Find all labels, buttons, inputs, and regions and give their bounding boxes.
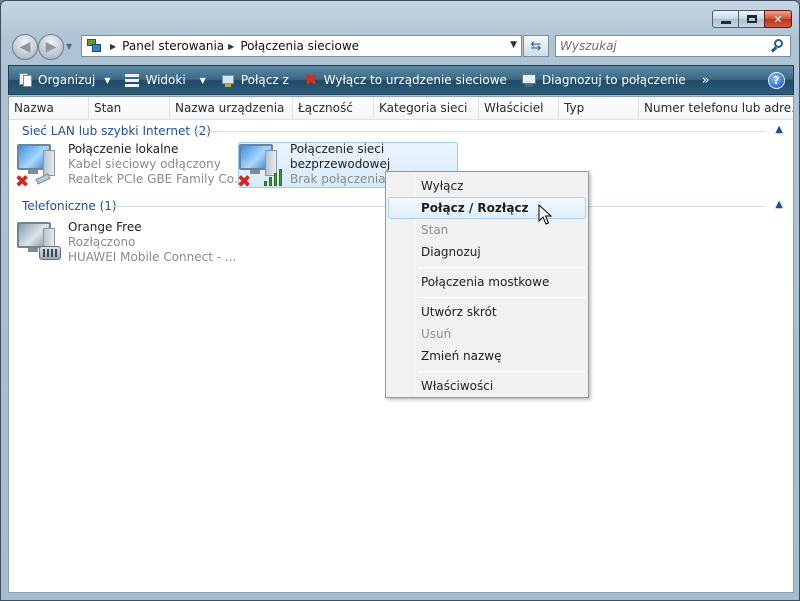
item-device: Realtek PCIe GBE Family Co...: [68, 172, 246, 186]
diagnose-button[interactable]: Diagnozuj to połączenie: [521, 72, 686, 88]
network-cable-icon: [35, 172, 58, 185]
group-divider: [195, 131, 765, 132]
chevron-down-icon: ▼: [104, 75, 111, 85]
column-headers: Nazwa Stan Nazwa urządzenia Łączność Kat…: [9, 97, 793, 120]
control-panel-icon: [86, 38, 102, 54]
column-header-category[interactable]: Kategoria sieci: [374, 97, 479, 119]
search-box[interactable]: [555, 35, 791, 57]
breadcrumb-arrow-icon[interactable]: ▶: [228, 42, 234, 51]
column-header-type[interactable]: Typ: [559, 97, 639, 119]
close-icon: ✕: [773, 12, 783, 26]
menu-item-delete[interactable]: Usuń: [388, 323, 586, 345]
disable-device-label: Wyłącz to urządzenie sieciowe: [323, 73, 507, 87]
list-item[interactable]: ✖ Połączenie lokalne Kabel sieciowy odłą…: [15, 142, 246, 192]
menu-item-properties[interactable]: Właściwości: [388, 375, 586, 397]
menu-item-diagnose[interactable]: Diagnozuj: [388, 241, 586, 263]
organize-button[interactable]: Organizuj ▼: [17, 72, 110, 88]
group-header-phone[interactable]: Telefoniczne (1): [22, 199, 117, 213]
views-label: Widoki: [145, 73, 186, 87]
column-header-owner[interactable]: Właściciel: [479, 97, 559, 119]
red-x-icon: ✖: [15, 172, 30, 192]
diagnose-label: Diagnozuj to połączenie: [541, 73, 686, 87]
item-name: Orange Free: [68, 220, 142, 234]
organize-icon: [17, 72, 33, 88]
dialup-computer-icon: [15, 220, 63, 268]
menu-separator: [418, 371, 586, 372]
menu-item-create-shortcut[interactable]: Utwórz skrót: [388, 301, 586, 323]
red-x-icon: ✖: [304, 70, 318, 89]
minimize-button[interactable]: [712, 10, 738, 28]
signal-bars-icon: [262, 168, 284, 186]
item-status: Rozłączono: [68, 235, 136, 249]
forward-button[interactable]: ▶: [38, 34, 64, 60]
refresh-icon: ⇆: [530, 38, 542, 54]
maximize-icon: [746, 15, 757, 23]
address-dropdown-icon[interactable]: ▼: [510, 40, 517, 50]
wireless-computer-icon: ✖: [237, 142, 285, 192]
disable-device-button[interactable]: ✖ Wyłącz to urządzenie sieciowe: [303, 72, 507, 88]
search-input[interactable]: [560, 39, 760, 53]
breadcrumb-network-connections[interactable]: Połączenia sieciowe: [240, 39, 359, 53]
red-x-icon: ✖: [237, 172, 252, 192]
help-icon[interactable]: ?: [768, 72, 785, 89]
group-title-lan: Sieć LAN lub szybki Internet (2): [22, 124, 211, 138]
breadcrumb-control-panel[interactable]: Panel sterowania: [122, 39, 224, 53]
column-header-status[interactable]: Stan: [89, 97, 170, 119]
menu-item-status[interactable]: Stan: [388, 219, 586, 241]
views-button[interactable]: Widoki ▼: [124, 72, 206, 88]
close-button[interactable]: ✕: [764, 10, 792, 28]
column-header-name[interactable]: Nazwa: [9, 97, 89, 119]
list-item[interactable]: ✖ Połączenie sieci bezprzewodowej Brak p…: [237, 142, 391, 192]
menu-separator: [418, 297, 586, 298]
column-header-phone[interactable]: Numer telefonu lub adre...: [639, 97, 793, 119]
item-name-line2: bezprzewodowej: [290, 157, 391, 171]
item-status: Brak połączenia: [290, 172, 386, 186]
organize-label: Organizuj: [38, 73, 96, 87]
item-name: Połączenie sieci: [290, 142, 385, 156]
search-icon[interactable]: [769, 38, 785, 54]
back-button[interactable]: ◀: [12, 34, 38, 60]
menu-item-disable[interactable]: Wyłącz: [388, 175, 586, 197]
item-device: HUAWEI Mobile Connect - ...: [68, 250, 237, 264]
views-icon: [124, 72, 140, 88]
menu-item-rename[interactable]: Zmień nazwę: [388, 345, 586, 367]
collapse-chevron-icon[interactable]: ▲: [775, 124, 783, 135]
connect-to-button[interactable]: Połącz z: [220, 72, 289, 88]
list-item[interactable]: Orange Free Rozłączono HUAWEI Mobile Con…: [15, 220, 236, 268]
group-title-phone: Telefoniczne (1): [22, 199, 117, 213]
caption-buttons: ✕: [712, 10, 792, 28]
group-header-lan[interactable]: Sieć LAN lub szybki Internet (2): [22, 124, 211, 138]
item-status: Kabel sieciowy odłączony: [68, 157, 221, 171]
refresh-button[interactable]: ⇆: [523, 35, 549, 57]
column-header-device[interactable]: Nazwa urządzenia: [170, 97, 293, 119]
maximize-button[interactable]: [738, 10, 764, 28]
chevron-down-icon: ▼: [199, 75, 206, 85]
column-header-connectivity[interactable]: Łączność: [293, 97, 374, 119]
network-computer-icon: ✖: [15, 142, 63, 192]
collapse-chevron-icon[interactable]: ▲: [775, 199, 783, 210]
command-bar: Organizuj ▼ Widoki ▼ Połącz z ✖ Wyłącz t…: [8, 65, 794, 95]
menu-item-bridge[interactable]: Połączenia mostkowe: [388, 271, 586, 293]
context-menu: Wyłącz Połącz / Rozłącz Stan Diagnozuj P…: [385, 171, 589, 398]
recent-pages-chevron-icon[interactable]: ▼: [66, 42, 72, 51]
arrow-left-icon: ◀: [19, 39, 31, 55]
arrow-right-icon: ▶: [45, 39, 57, 55]
diagnose-icon: [521, 72, 537, 88]
explorer-window: ✕ ◀ ▶ ▼ ▶ Panel sterowania ▶ Połączenia …: [0, 0, 800, 601]
breadcrumb-arrow-icon[interactable]: ▶: [110, 42, 116, 51]
minimize-icon: [720, 20, 731, 24]
address-bar[interactable]: ▶ Panel sterowania ▶ Połączenia sieciowe…: [81, 35, 522, 57]
item-name: Połączenie lokalne: [68, 142, 179, 156]
menu-item-connect-disconnect[interactable]: Połącz / Rozłącz: [388, 197, 586, 219]
connect-icon: [220, 72, 236, 88]
menu-separator: [418, 267, 586, 268]
connect-to-label: Połącz z: [240, 73, 289, 87]
mouse-cursor-icon: [538, 204, 552, 225]
more-commands-button[interactable]: »: [702, 73, 710, 88]
